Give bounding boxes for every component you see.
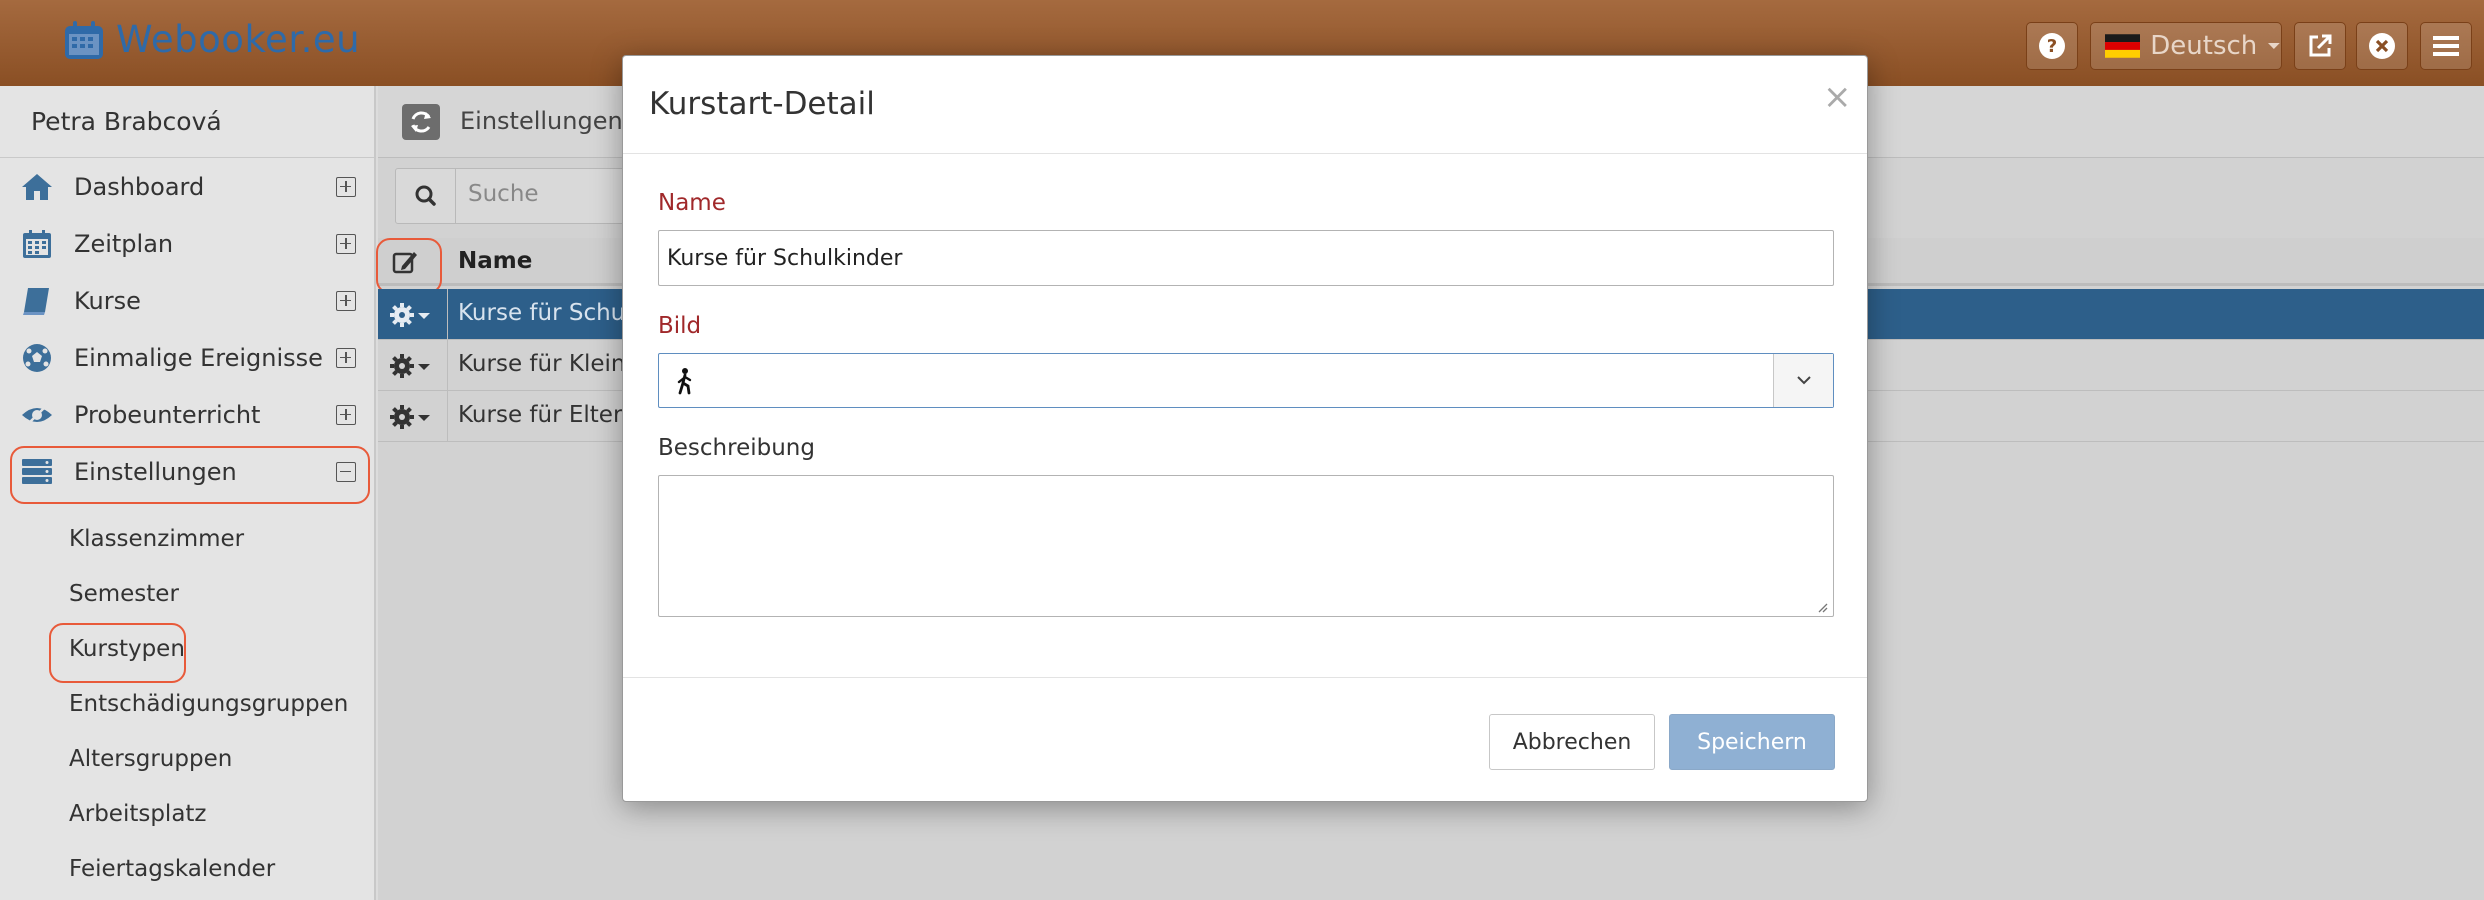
divider bbox=[623, 677, 1867, 678]
image-select[interactable] bbox=[658, 353, 1834, 408]
resize-handle-icon[interactable] bbox=[1816, 601, 1828, 613]
modal-title: Kurstart-Detail bbox=[649, 86, 875, 122]
cancel-button[interactable]: Abbrechen bbox=[1489, 714, 1655, 770]
image-label: Bild bbox=[658, 313, 702, 339]
chevron-down-icon bbox=[1797, 376, 1811, 385]
description-field[interactable] bbox=[658, 475, 1834, 617]
close-icon[interactable]: × bbox=[1823, 80, 1852, 114]
divider bbox=[623, 153, 1867, 154]
description-label: Beschreibung bbox=[658, 435, 815, 461]
select-toggle[interactable] bbox=[1773, 354, 1833, 407]
name-field[interactable] bbox=[658, 230, 1834, 286]
name-label: Name bbox=[658, 190, 726, 216]
save-button[interactable]: Speichern bbox=[1669, 714, 1835, 770]
kurstart-detail-dialog: Kurstart-Detail × Name Bild Beschreibung… bbox=[622, 55, 1868, 802]
walking-person-icon bbox=[677, 368, 692, 395]
